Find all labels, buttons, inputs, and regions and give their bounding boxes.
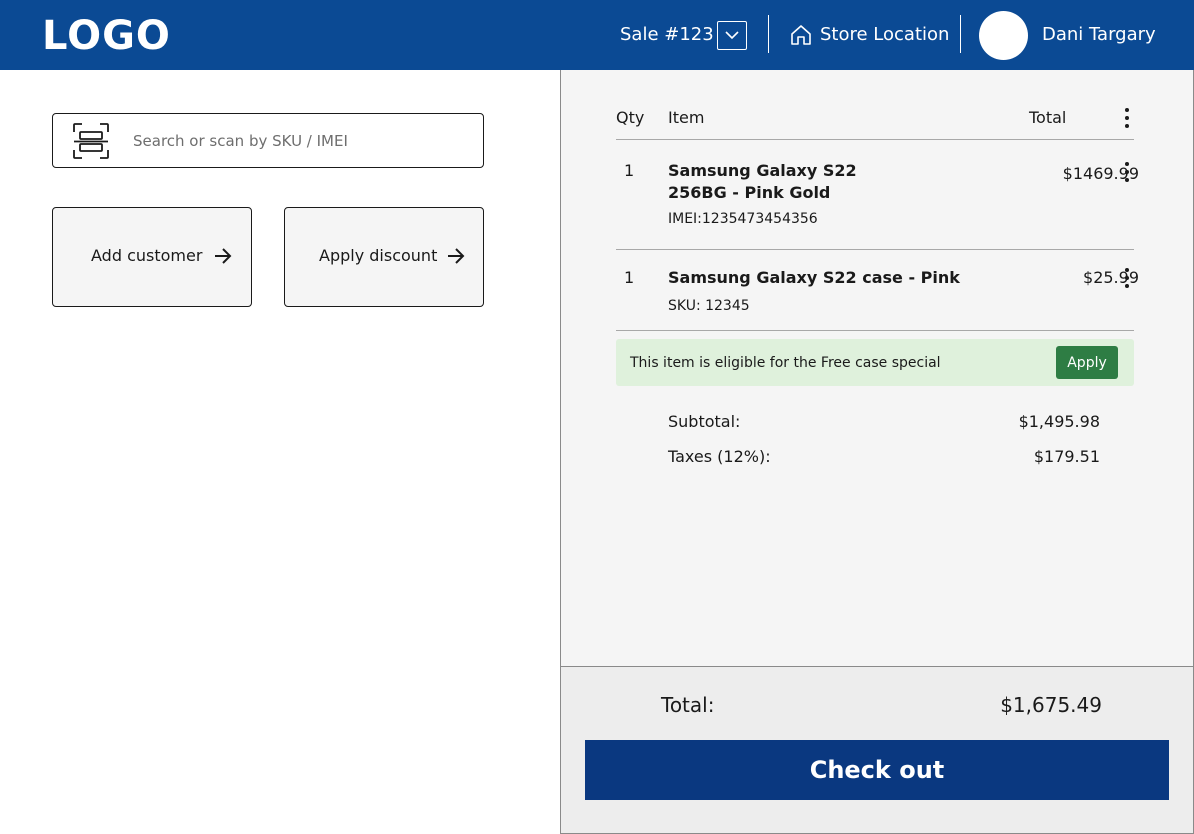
- cart-panel: Qty Item Total 1 Samsung Galaxy S22 256B…: [560, 70, 1194, 667]
- taxes-label: Taxes (12%):: [668, 447, 771, 466]
- sale-dropdown-button[interactable]: [717, 21, 747, 50]
- user-name[interactable]: Dani Targary: [1042, 23, 1156, 47]
- avatar[interactable]: [979, 11, 1028, 60]
- more-options-icon[interactable]: [1124, 268, 1130, 288]
- more-options-icon[interactable]: [1124, 162, 1130, 182]
- add-customer-button[interactable]: Add customer: [52, 207, 252, 307]
- divider: [616, 249, 1134, 250]
- barcode-scan-icon[interactable]: [72, 122, 110, 160]
- item-imei: IMEI:1235473454356: [668, 211, 818, 227]
- top-header: LOGO Sale #123 Store Location Dani Targa…: [0, 0, 1194, 70]
- apply-discount-label: Apply discount: [319, 246, 438, 265]
- divider: [616, 330, 1134, 331]
- promo-text: This item is eligible for the Free case …: [630, 355, 941, 371]
- total-label: Total:: [661, 693, 715, 717]
- add-customer-label: Add customer: [91, 246, 203, 265]
- search-input[interactable]: [133, 129, 463, 153]
- header-divider: [960, 15, 961, 53]
- promo-banner: This item is eligible for the Free case …: [616, 339, 1134, 386]
- total-value: $1,675.49: [1000, 693, 1102, 717]
- column-header-qty: Qty: [616, 108, 645, 127]
- sale-number: Sale #123: [620, 24, 714, 45]
- item-name: Samsung Galaxy S22 case - Pink: [668, 268, 960, 287]
- logo: LOGO: [42, 13, 171, 59]
- column-header-total: Total: [1029, 108, 1067, 127]
- search-box[interactable]: [52, 113, 484, 168]
- more-options-icon[interactable]: [1124, 108, 1130, 128]
- item-name: Samsung Galaxy S22 256BG - Pink Gold: [668, 161, 857, 202]
- item-sku: SKU: 12345: [668, 298, 750, 314]
- apply-discount-button[interactable]: Apply discount: [284, 207, 484, 307]
- checkout-footer: Total: $1,675.49 Check out: [560, 667, 1194, 834]
- item-total: $25.99: [1083, 268, 1139, 287]
- item-quantity: 1: [624, 161, 635, 180]
- item-quantity: 1: [624, 268, 635, 287]
- home-icon[interactable]: [790, 24, 812, 46]
- arrow-right-icon: [215, 248, 232, 264]
- subtotal-label: Subtotal:: [668, 412, 741, 431]
- divider: [616, 139, 1134, 140]
- column-header-item: Item: [668, 108, 705, 127]
- checkout-button[interactable]: Check out: [585, 740, 1169, 800]
- chevron-down-icon: [725, 31, 739, 40]
- taxes-value: $179.51: [1033, 447, 1100, 466]
- subtotal-value: $1,495.98: [1018, 412, 1100, 431]
- arrow-right-icon: [448, 248, 465, 264]
- header-divider: [768, 15, 769, 53]
- store-location-link[interactable]: Store Location: [820, 23, 949, 47]
- apply-promo-button[interactable]: Apply: [1056, 346, 1118, 379]
